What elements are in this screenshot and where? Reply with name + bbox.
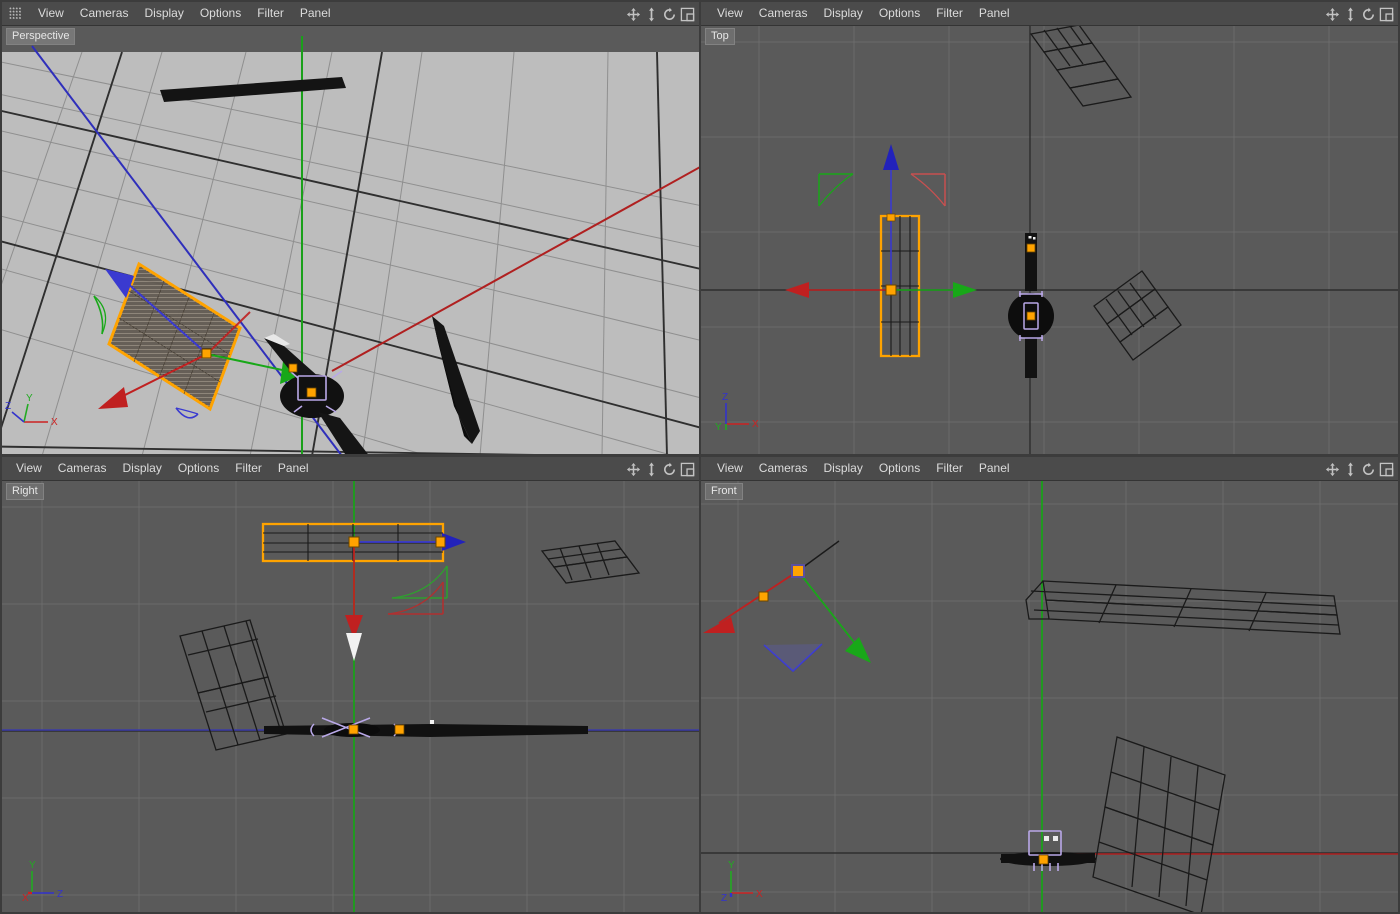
move-view-icon[interactable] <box>1325 462 1340 477</box>
menu-item-options[interactable]: Options <box>170 457 227 480</box>
view-label-front[interactable]: Front <box>705 483 743 500</box>
scale-view-icon[interactable] <box>644 7 659 22</box>
viewport-canvas-front[interactable]: Y X Z <box>701 481 1398 912</box>
menu-item-display[interactable]: Display <box>815 2 870 25</box>
rotate-view-icon[interactable] <box>662 7 677 22</box>
menu-item-view[interactable]: View <box>8 457 50 480</box>
scale-view-icon[interactable] <box>1343 462 1358 477</box>
menubar-front[interactable]: View Cameras Display Options Filter Pane… <box>701 457 1398 481</box>
grid-icon[interactable] <box>9 7 22 20</box>
view-label-perspective[interactable]: Perspective <box>6 28 75 45</box>
right-scene: Y Z X <box>2 481 699 912</box>
application-window: View Cameras Display Options Filter Pane… <box>0 0 1400 914</box>
menubar-right[interactable]: View Cameras Display Options Filter Pane… <box>2 457 699 481</box>
front-scene: Y X Z <box>701 481 1398 912</box>
menu-item-view[interactable]: View <box>709 2 751 25</box>
svg-text:Z: Z <box>722 392 728 403</box>
svg-text:Z: Z <box>5 401 11 412</box>
viewport-top[interactable]: View Cameras Display Options Filter Pane… <box>701 2 1398 454</box>
maximize-view-icon[interactable] <box>680 7 695 22</box>
menu-item-display[interactable]: Display <box>815 457 870 480</box>
svg-text:Y: Y <box>29 860 36 871</box>
viewport-controls-front[interactable] <box>1325 459 1394 479</box>
menu-item-display[interactable]: Display <box>136 2 191 25</box>
svg-text:X: X <box>756 889 763 900</box>
menu-item-panel[interactable]: Panel <box>292 2 339 25</box>
svg-text:X: X <box>51 417 58 428</box>
viewport-canvas-perspective[interactable]: X Y Z <box>2 26 699 454</box>
svg-text:X: X <box>752 419 759 430</box>
svg-text:Z: Z <box>57 889 63 900</box>
svg-text:Y: Y <box>26 393 33 404</box>
menu-item-filter[interactable]: Filter <box>249 2 292 25</box>
menu-item-options[interactable]: Options <box>871 457 928 480</box>
viewport-controls-perspective[interactable] <box>626 4 695 24</box>
svg-text:X: X <box>22 893 29 904</box>
move-view-icon[interactable] <box>626 7 641 22</box>
menu-item-filter[interactable]: Filter <box>928 2 971 25</box>
viewport-right[interactable]: View Cameras Display Options Filter Pane… <box>2 457 699 912</box>
rotate-view-icon[interactable] <box>662 462 677 477</box>
svg-text:Y: Y <box>715 422 722 433</box>
maximize-view-icon[interactable] <box>1379 7 1394 22</box>
view-label-top[interactable]: Top <box>705 28 735 45</box>
menu-item-cameras[interactable]: Cameras <box>72 2 137 25</box>
menubar-top[interactable]: View Cameras Display Options Filter Pane… <box>701 2 1398 26</box>
menu-item-panel[interactable]: Panel <box>971 457 1018 480</box>
menu-item-view[interactable]: View <box>709 457 751 480</box>
viewport-controls-right[interactable] <box>626 459 695 479</box>
menu-item-cameras[interactable]: Cameras <box>751 2 816 25</box>
scale-view-icon[interactable] <box>1343 7 1358 22</box>
rotate-view-icon[interactable] <box>1361 462 1376 477</box>
viewport-controls-top[interactable] <box>1325 4 1394 24</box>
scale-view-icon[interactable] <box>644 462 659 477</box>
move-view-icon[interactable] <box>626 462 641 477</box>
svg-text:Z: Z <box>721 893 727 904</box>
top-scene: X Z Y <box>701 26 1398 454</box>
menu-item-panel[interactable]: Panel <box>270 457 317 480</box>
menu-item-options[interactable]: Options <box>192 2 249 25</box>
menu-item-cameras[interactable]: Cameras <box>751 457 816 480</box>
rotate-view-icon[interactable] <box>1361 7 1376 22</box>
perspective-scene: X Y Z <box>2 26 699 454</box>
viewport-front[interactable]: View Cameras Display Options Filter Pane… <box>701 457 1398 912</box>
viewport-perspective[interactable]: View Cameras Display Options Filter Pane… <box>2 2 699 454</box>
menubar-perspective[interactable]: View Cameras Display Options Filter Pane… <box>2 2 699 26</box>
view-label-right[interactable]: Right <box>6 483 44 500</box>
svg-text:Y: Y <box>728 860 735 871</box>
maximize-view-icon[interactable] <box>680 462 695 477</box>
menu-item-filter[interactable]: Filter <box>928 457 971 480</box>
menu-item-cameras[interactable]: Cameras <box>50 457 115 480</box>
move-view-icon[interactable] <box>1325 7 1340 22</box>
menu-item-display[interactable]: Display <box>114 457 169 480</box>
menu-item-panel[interactable]: Panel <box>971 2 1018 25</box>
maximize-view-icon[interactable] <box>1379 462 1394 477</box>
menu-item-filter[interactable]: Filter <box>227 457 270 480</box>
viewport-canvas-right[interactable]: Y Z X <box>2 481 699 912</box>
menu-item-view[interactable]: View <box>30 2 72 25</box>
menu-item-options[interactable]: Options <box>871 2 928 25</box>
viewport-canvas-top[interactable]: X Z Y <box>701 26 1398 454</box>
